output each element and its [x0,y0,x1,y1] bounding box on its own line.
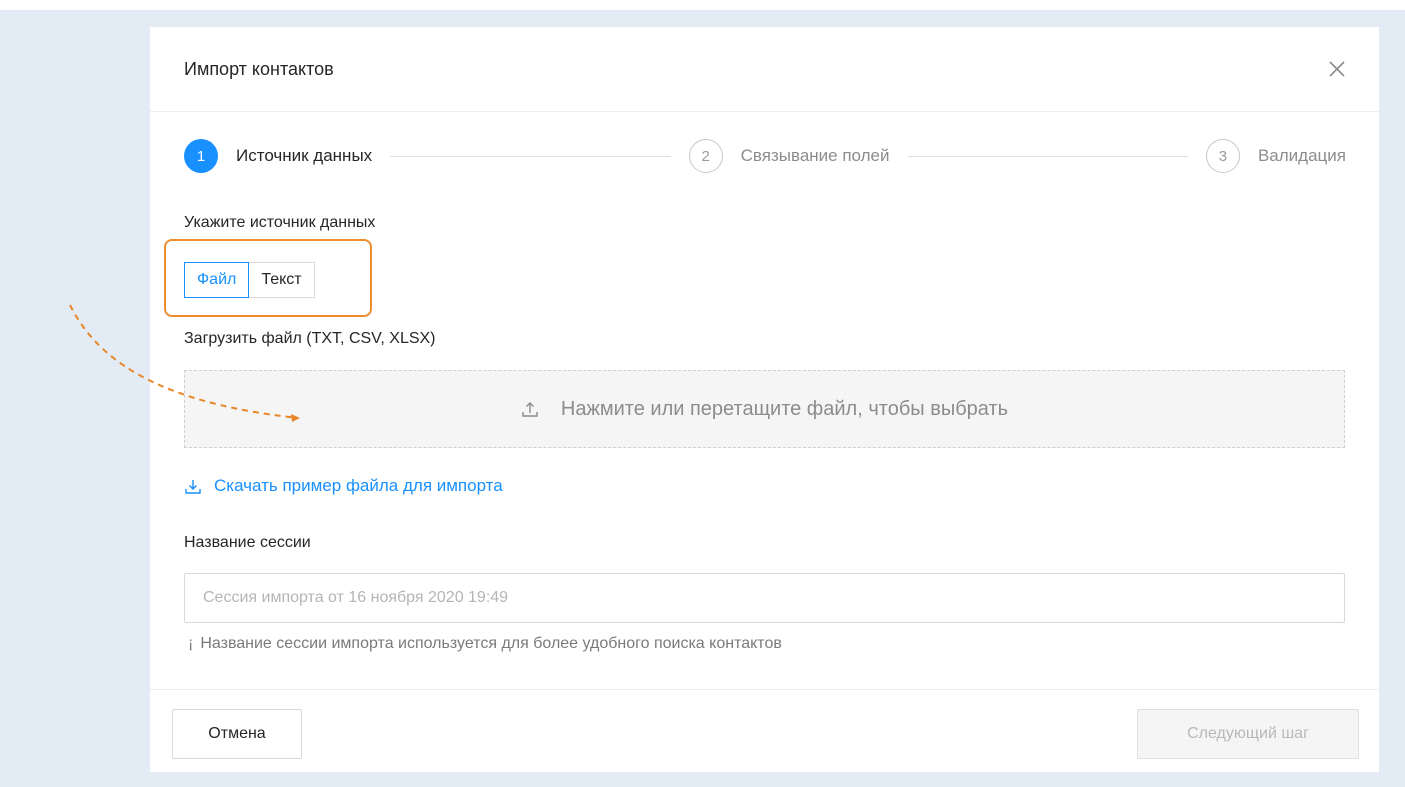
upload-dropzone[interactable]: Нажмите или перетащите файл, чтобы выбра… [184,370,1345,448]
step-number: 2 [688,139,723,173]
upload-icon [522,402,538,417]
step-label: Источник данных [236,146,373,165]
modal-title: Импорт контактов [184,58,334,79]
step-label: Валидация [1257,146,1346,165]
download-example-link[interactable]: Скачать пример файла для импорта [184,473,503,499]
upload-label: Загрузить файл (TXT, CSV, XLSX) [184,330,436,347]
session-hint: ¡ Название сессии импорта используется д… [188,635,782,653]
step-number: 1 [184,139,218,173]
source-option-text[interactable]: Текст [249,262,315,298]
import-contacts-modal: Импорт контактов 1 Источник данных 2 Свя… [150,27,1379,772]
source-label: Укажите источник данных [184,214,376,231]
source-toggle: Файл Текст [184,262,315,298]
step-field-mapping: 2 Связывание полей [688,139,890,173]
modal-header: Импорт контактов [150,27,1379,112]
session-name-input[interactable] [184,573,1345,623]
source-option-file[interactable]: Файл [184,262,250,298]
next-step-button[interactable]: Следующий шаг [1137,709,1359,759]
session-label: Название сессии [184,534,311,551]
step-connector [907,155,1188,157]
session-hint-text: Название сессии импорта используется для… [200,635,782,652]
download-example-label: Скачать пример файла для импорта [214,476,503,495]
step-label: Связывание полей [740,146,890,165]
modal-footer: Отмена Следующий шаг [150,689,1379,772]
download-icon [185,480,201,494]
step-validation: 3 Валидация [1205,139,1346,173]
upload-dropzone-text: Нажмите или перетащите файл, чтобы выбра… [560,397,1009,420]
cancel-button[interactable]: Отмена [172,709,302,759]
close-icon[interactable] [1327,59,1347,79]
step-connector [390,155,671,157]
step-number: 3 [1205,139,1240,173]
info-icon: ¡ [188,635,194,652]
step-source: 1 Источник данных [184,139,372,173]
steps: 1 Источник данных 2 Связывание полей 3 В… [184,138,1346,174]
